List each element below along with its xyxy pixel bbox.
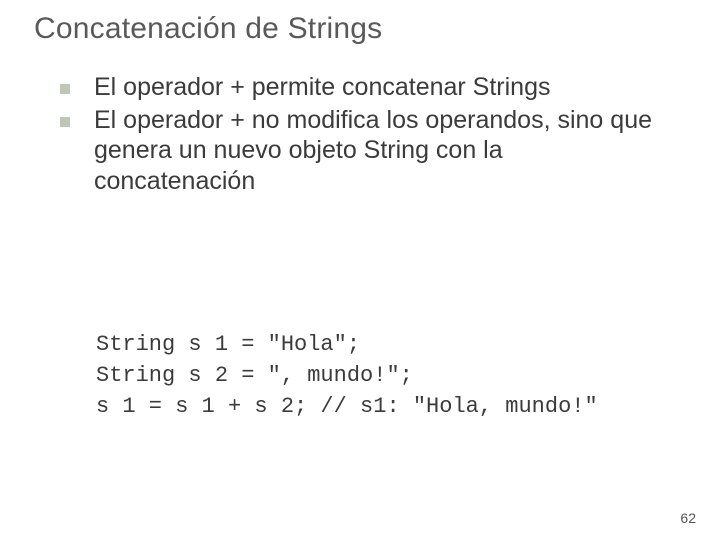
bullet-square-icon (60, 117, 70, 127)
code-block: String s 1 = "Hola"; String s 2 = ", mun… (96, 330, 598, 422)
bullet-text: El operador + permite concatenar Strings (94, 72, 551, 103)
code-line: String s 2 = ", mundo!"; (96, 363, 413, 388)
slide: Concatenación de Strings El operador + p… (0, 0, 720, 540)
slide-body: El operador + permite concatenar Strings… (60, 72, 660, 198)
bullet-item: El operador + no modifica los operandos,… (60, 105, 660, 197)
bullet-item: El operador + permite concatenar Strings (60, 72, 660, 103)
code-line: s 1 = s 1 + s 2; // s1: "Hola, mundo!" (96, 394, 598, 419)
slide-title: Concatenación de Strings (34, 12, 382, 46)
code-line: String s 1 = "Hola"; (96, 332, 360, 357)
page-number: 62 (680, 510, 696, 526)
bullet-text: El operador + no modifica los operandos,… (94, 105, 660, 197)
bullet-square-icon (60, 84, 70, 94)
